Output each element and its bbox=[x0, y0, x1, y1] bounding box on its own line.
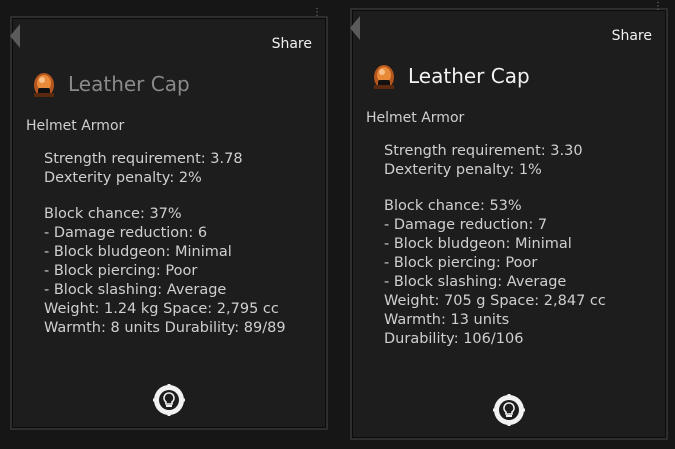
leather-cap-helmet-icon bbox=[34, 73, 54, 97]
stat-line: Warmth: 13 units bbox=[384, 312, 510, 328]
stat-line: - Block bludgeon: Minimal bbox=[384, 236, 572, 252]
leather-cap-helmet-icon bbox=[374, 65, 394, 89]
item-title: Leather Cap bbox=[408, 64, 530, 88]
stat-line: Durability: 106/106 bbox=[384, 331, 524, 347]
stat-line: Dexterity penalty: 2% bbox=[44, 170, 202, 186]
share-button[interactable]: Share bbox=[612, 28, 652, 44]
item-subtitle: Helmet Armor bbox=[366, 110, 465, 126]
stat-line: - Block slashing: Average bbox=[44, 282, 227, 298]
stat-line: - Block piercing: Poor bbox=[44, 263, 198, 279]
item-stats: Strength requirement: 3.30 Dexterity pen… bbox=[384, 142, 606, 349]
item-tooltip-panel-1: Share Leather Cap Helmet Armor Strength … bbox=[10, 16, 328, 430]
stat-line: Dexterity penalty: 1% bbox=[384, 162, 542, 178]
item-tooltip-panel-2: Share Leather Cap Helmet Armor Strength … bbox=[350, 8, 668, 440]
item-title-row: Leather Cap bbox=[32, 68, 190, 100]
panel-corner-marker bbox=[10, 24, 20, 48]
stat-line: Strength requirement: 3.30 bbox=[384, 143, 583, 159]
stat-line: - Damage reduction: 6 bbox=[44, 225, 208, 241]
stat-line: - Damage reduction: 7 bbox=[384, 217, 548, 233]
stat-line: Strength requirement: 3.78 bbox=[44, 151, 243, 167]
bulb-gear-icon[interactable] bbox=[493, 394, 525, 426]
stat-line: Weight: 1.24 kg Space: 2,795 cc bbox=[44, 301, 279, 317]
item-title-row: Leather Cap bbox=[372, 60, 530, 92]
stat-gap bbox=[44, 188, 286, 205]
item-subtitle: Helmet Armor bbox=[26, 118, 125, 134]
resize-handle-icon[interactable]: ⋮ bbox=[653, 2, 663, 12]
stat-line: Block chance: 37% bbox=[44, 206, 182, 222]
item-stats: Strength requirement: 3.78 Dexterity pen… bbox=[44, 150, 286, 338]
panel-corner-marker bbox=[350, 16, 360, 40]
share-button[interactable]: Share bbox=[272, 36, 312, 52]
stat-gap bbox=[384, 180, 606, 197]
stat-line: - Block piercing: Poor bbox=[384, 255, 538, 271]
stat-line: Block chance: 53% bbox=[384, 198, 522, 214]
item-title: Leather Cap bbox=[68, 72, 190, 96]
stat-line: Warmth: 8 units Durability: 89/89 bbox=[44, 320, 286, 336]
resize-handle-icon[interactable]: ⋮ bbox=[312, 8, 322, 18]
bulb-gear-icon[interactable] bbox=[153, 384, 185, 416]
stat-line: - Block bludgeon: Minimal bbox=[44, 244, 232, 260]
stat-line: - Block slashing: Average bbox=[384, 274, 567, 290]
stat-line: Weight: 705 g Space: 2,847 cc bbox=[384, 293, 606, 309]
